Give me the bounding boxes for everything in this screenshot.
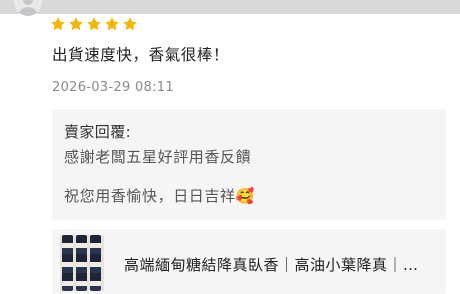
- avatar-body: [18, 7, 38, 16]
- seller-reply-line-2: 祝您用香愉快，日日吉祥🥰: [64, 187, 255, 205]
- top-edge-bar: [0, 0, 460, 14]
- rating-stars: [50, 16, 138, 36]
- product-title[interactable]: 高端緬甸糖結降真臥香｜高油小葉降真｜…: [124, 254, 419, 275]
- seller-reply-line-1: 感謝老闆五星好評用香反饋: [64, 148, 252, 166]
- product-card[interactable]: 高端緬甸糖結降真臥香｜高油小葉降真｜…: [52, 229, 446, 294]
- incense-stick: [76, 235, 87, 291]
- star-icon: [68, 16, 84, 32]
- avatar-head: [23, 0, 33, 5]
- star-icon: [122, 16, 138, 32]
- incense-stick: [62, 235, 73, 291]
- review-text: 出貨速度快，香氣很棒！: [52, 46, 230, 64]
- review-timestamp: 2026-03-29 08:11: [52, 80, 174, 95]
- seller-reply-title: 賣家回覆:: [64, 123, 132, 141]
- incense-stick: [90, 235, 101, 291]
- star-icon: [86, 16, 102, 32]
- product-thumbnail[interactable]: [60, 235, 104, 291]
- seller-reply-box: 賣家回覆: 感謝老闆五星好評用香反饋 祝您用香愉快，日日吉祥🥰: [52, 109, 446, 220]
- star-icon: [50, 16, 66, 32]
- star-icon: [104, 16, 120, 32]
